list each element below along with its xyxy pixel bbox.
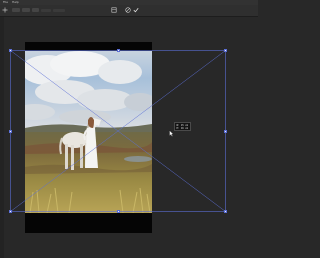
readout-height: H: 16 cm — [176, 127, 189, 131]
transform-size-readout: W: 15 cm H: 16 cm — [174, 122, 191, 131]
move-tool-icon[interactable] — [2, 7, 8, 13]
reference-point-field[interactable] — [12, 8, 20, 12]
transform-handle-bottom[interactable] — [116, 210, 120, 213]
transform-handle-top[interactable] — [116, 49, 120, 52]
transform-handle-right[interactable] — [224, 129, 227, 133]
warp-icon[interactable] — [111, 7, 117, 13]
mouse-cursor-icon — [169, 130, 174, 137]
transform-handle-top-left[interactable] — [9, 49, 12, 52]
y-position-field[interactable] — [32, 8, 39, 12]
cancel-icon[interactable] — [125, 7, 131, 13]
x-position-field[interactable] — [22, 8, 30, 12]
tool-options-bar — [0, 5, 258, 17]
transform-handle-top-right[interactable] — [224, 49, 227, 52]
toolbar-strip — [0, 17, 4, 258]
document-photo[interactable] — [25, 42, 152, 233]
transform-handle-bottom-right[interactable] — [224, 210, 227, 213]
photo-editor-window: File Help W: 15 cm H: 16 cm — [0, 0, 258, 258]
transform-handle-bottom-left[interactable] — [9, 210, 12, 213]
height-field[interactable] — [53, 9, 65, 12]
commit-check-icon[interactable] — [133, 7, 139, 13]
width-field[interactable] — [41, 9, 51, 12]
transform-handle-left[interactable] — [9, 129, 12, 133]
